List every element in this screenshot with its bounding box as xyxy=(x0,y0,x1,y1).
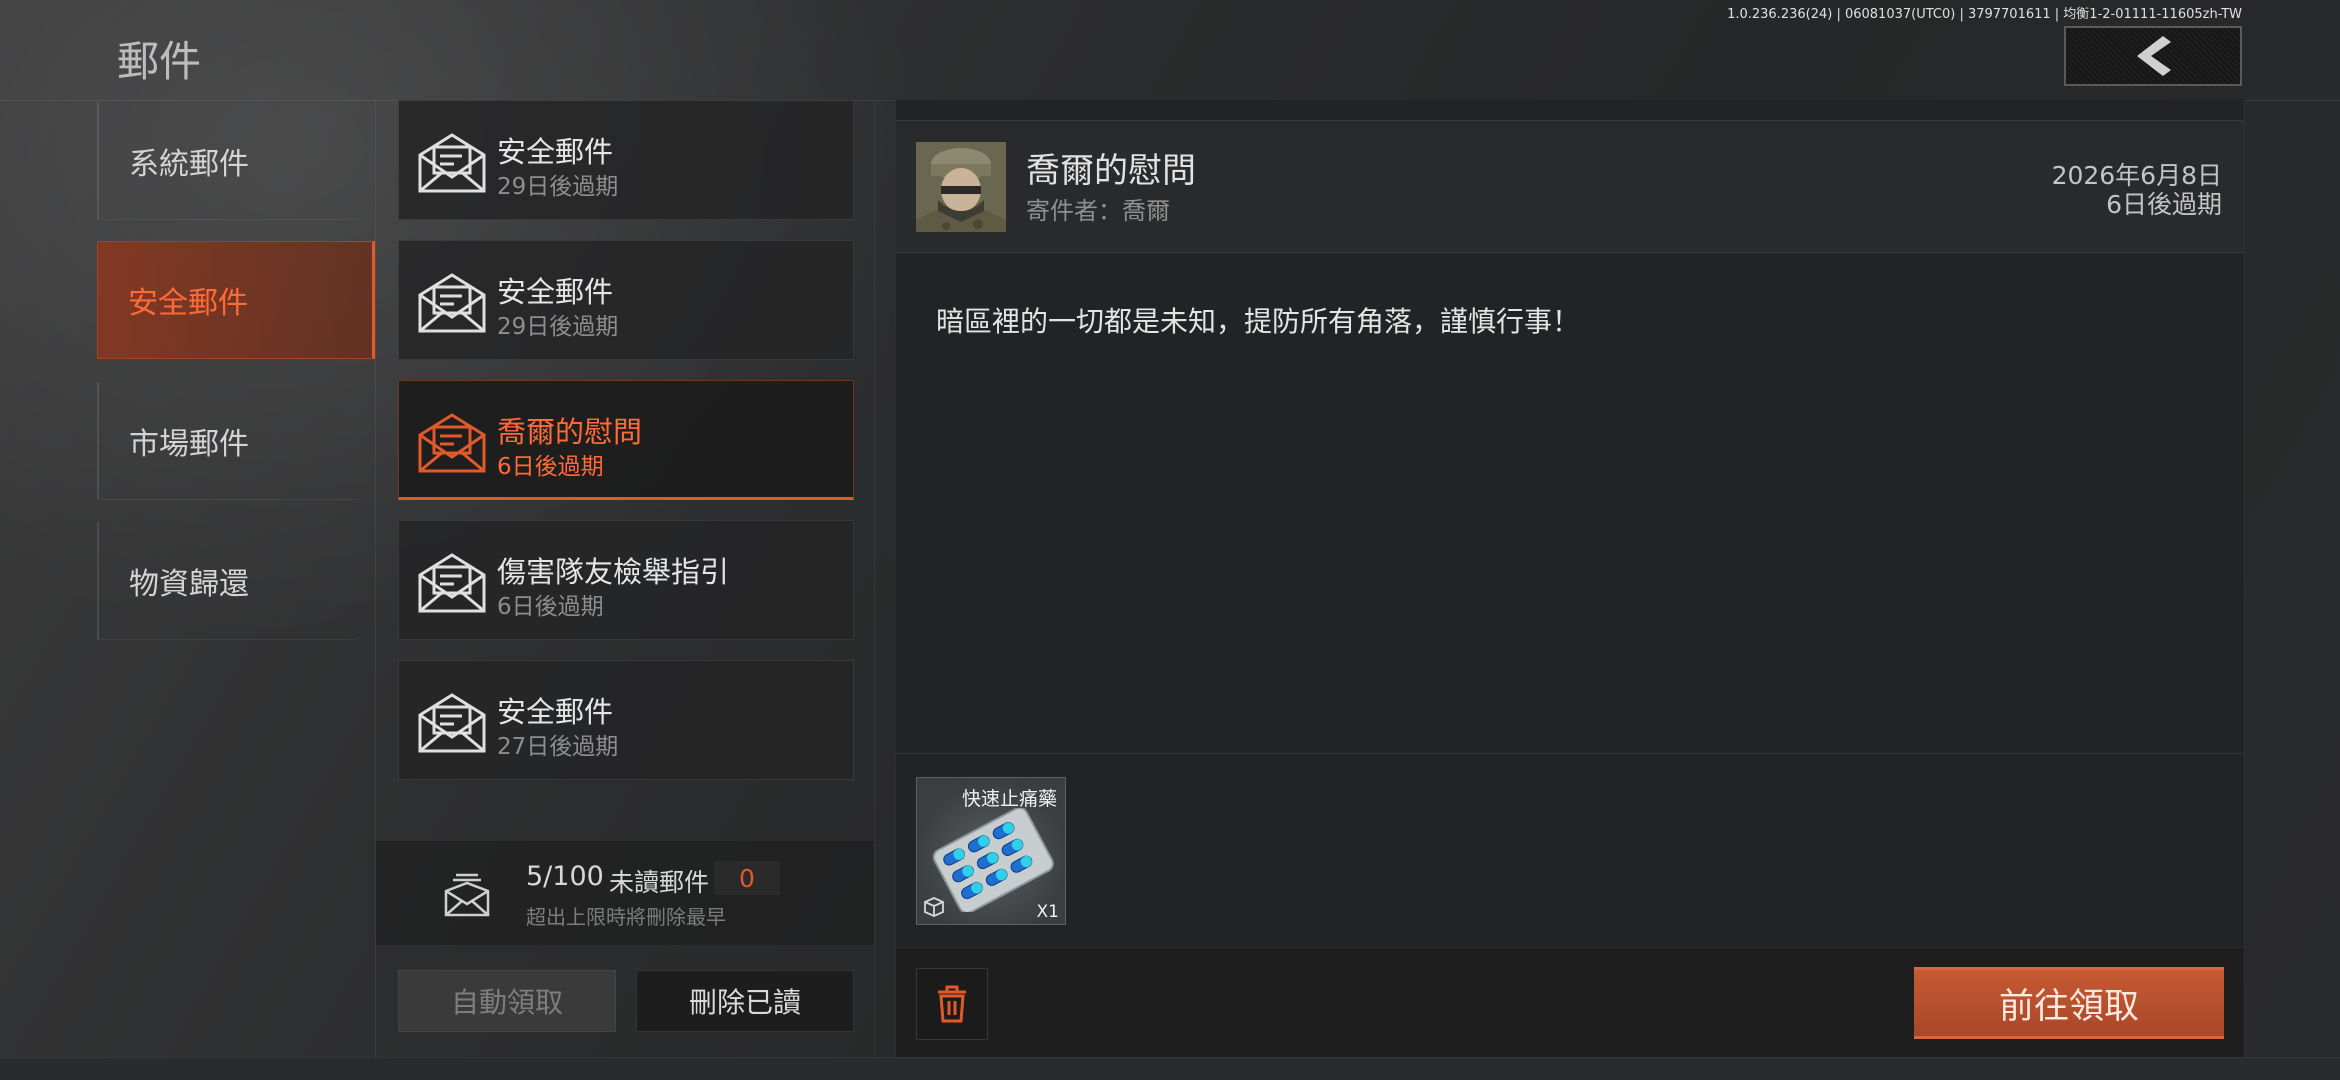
sidebar-item-system-mail[interactable]: 系統郵件 xyxy=(97,102,357,220)
detail-sender: 寄件者：喬爾 xyxy=(1026,197,1170,225)
mail-expiry: 6日後過期 xyxy=(497,594,604,620)
mail-count: 5/100 xyxy=(526,861,604,892)
detail-footer: 前往領取 xyxy=(896,947,2244,1059)
delete-mail-button[interactable] xyxy=(916,968,988,1040)
bottom-strip xyxy=(0,1057,2340,1080)
sidebar-item-market-mail[interactable]: 市場郵件 xyxy=(97,382,357,500)
auto-claim-button[interactable]: 自動領取 xyxy=(398,970,616,1032)
sidebar-item-security-mail[interactable]: 安全郵件 xyxy=(97,241,375,359)
mail-title: 喬爾的慰問 xyxy=(497,415,643,449)
mail-expiry: 29日後過期 xyxy=(497,174,619,200)
trash-icon xyxy=(938,985,966,1023)
mail-title: 安全郵件 xyxy=(497,695,614,729)
mail-title: 安全郵件 xyxy=(497,135,614,169)
mail-list: 安全郵件 29日後過期 安全郵件 29日後過期 喬爾的慰問 6日後過期 傷害隊友… xyxy=(375,100,875,1058)
sidebar-item-label: 物資歸還 xyxy=(129,566,249,602)
mail-title: 傷害隊友檢舉指引 xyxy=(497,555,730,589)
detail-body: 暗區裡的一切都是未知，提防所有角落，謹慎行事！ xyxy=(936,305,1581,338)
mail-screen: 1.0.236.236(24) | 06081037(UTC0) | 37977… xyxy=(0,0,2340,1080)
sidebar-item-label: 市場郵件 xyxy=(129,426,249,462)
mail-expiry: 27日後過期 xyxy=(497,734,619,760)
page-title: 郵件 xyxy=(117,37,202,86)
attachment-item[interactable]: 快速止痛藥 X1 xyxy=(916,777,1066,925)
mail-expiry: 6日後過期 xyxy=(497,454,604,480)
go-claim-button[interactable]: 前往領取 xyxy=(1914,967,2224,1039)
mail-title: 安全郵件 xyxy=(497,275,614,309)
mail-list-item[interactable]: 安全郵件 27日後過期 xyxy=(398,660,854,780)
back-button[interactable] xyxy=(2064,26,2242,86)
mail-list-item[interactable]: 安全郵件 29日後過期 xyxy=(398,240,854,360)
delete-read-button[interactable]: 刪除已讀 xyxy=(636,970,854,1032)
unread-label: 未讀郵件 xyxy=(609,868,710,897)
sidebar-item-label: 系統郵件 xyxy=(129,146,249,182)
open-envelope-icon xyxy=(418,553,486,613)
attachment-quantity: X1 xyxy=(1036,902,1059,922)
detail-expiry: 6日後過期 xyxy=(2106,190,2222,219)
mail-detail-panel: 喬爾的慰問 寄件者：喬爾 2026年6月8日 6日後過期 暗區裡的一切都是未知，… xyxy=(895,100,2245,1059)
painkiller-pills-icon xyxy=(932,808,1054,912)
unread-count-badge: 0 xyxy=(714,861,780,895)
package-icon xyxy=(924,897,944,917)
sidebar-item-supply-return[interactable]: 物資歸還 xyxy=(97,522,357,640)
mail-list-item-selected[interactable]: 喬爾的慰問 6日後過期 xyxy=(398,380,854,500)
open-envelope-icon xyxy=(418,413,486,473)
open-envelope-icon xyxy=(418,693,486,753)
mail-detail-header: 喬爾的慰問 寄件者：喬爾 2026年6月8日 6日後過期 xyxy=(896,120,2244,253)
mail-expiry: 29日後過期 xyxy=(497,314,619,340)
mail-stack-icon xyxy=(444,873,490,917)
attachment-name: 快速止痛藥 xyxy=(961,788,1057,810)
limit-note: 超出上限時將刪除最早 xyxy=(526,905,726,929)
sidebar-item-label: 安全郵件 xyxy=(128,286,248,321)
attachment-divider xyxy=(896,753,2244,754)
mailbox-summary: 5/100 未讀郵件 0 超出上限時將刪除最早 xyxy=(376,840,874,945)
detail-title: 喬爾的慰問 xyxy=(1026,151,1196,191)
mail-list-item[interactable]: 安全郵件 29日後過期 xyxy=(398,100,854,220)
mail-list-item[interactable]: 傷害隊友檢舉指引 6日後過期 xyxy=(398,520,854,640)
chevron-left-icon xyxy=(2137,36,2171,76)
open-envelope-icon xyxy=(418,273,486,333)
version-info: 1.0.236.236(24) | 06081037(UTC0) | 37977… xyxy=(1727,7,2242,22)
soldier-portrait-icon xyxy=(916,142,1006,232)
sender-avatar xyxy=(916,142,1006,232)
open-envelope-icon xyxy=(418,133,486,193)
